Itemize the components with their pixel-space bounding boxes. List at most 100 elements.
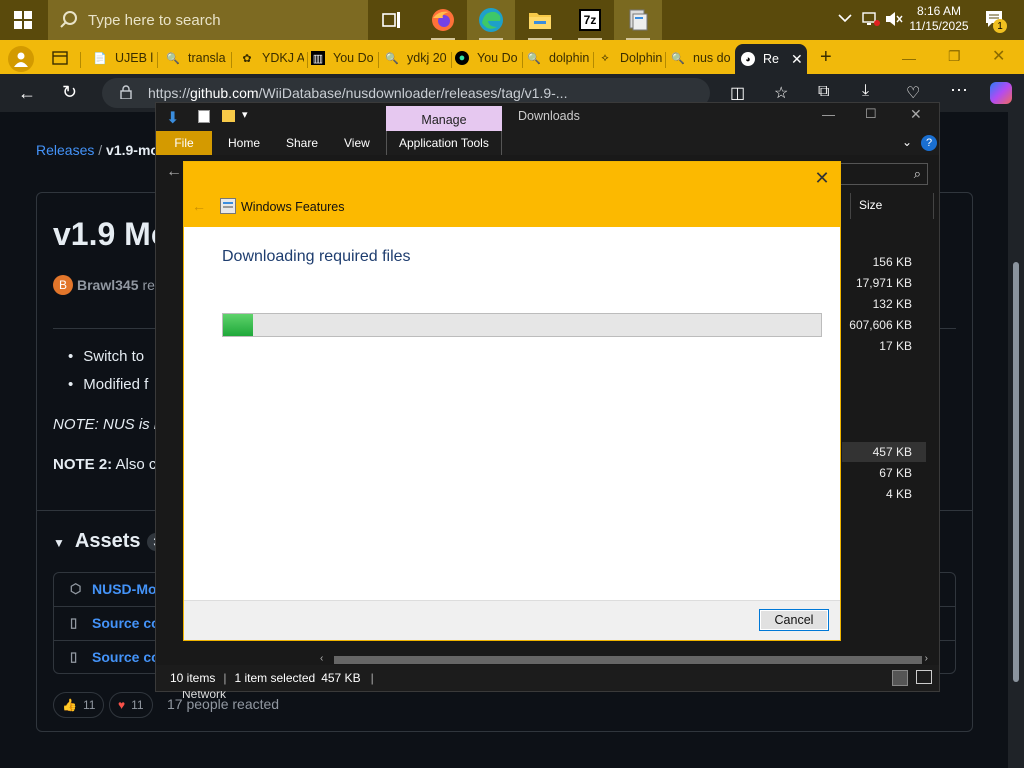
search-icon: 🔍 (385, 52, 399, 65)
ribbon-home[interactable]: Home (216, 131, 272, 155)
size-column-header[interactable]: Size (850, 193, 934, 219)
chevron-down-icon[interactable]: ⌄ (902, 135, 912, 149)
maximize-icon[interactable]: ☐ (865, 106, 877, 122)
ribbon-share[interactable]: Share (274, 131, 330, 155)
file-row[interactable]: 4 KB (842, 484, 926, 504)
downloads-icon[interactable]: ⤓ (862, 82, 869, 100)
download-arrow-icon: ⬇ (166, 110, 180, 127)
browser-tab-active[interactable]: ◕ Re ✕ (735, 44, 807, 74)
taskbar-setup[interactable] (614, 0, 662, 40)
new-tab-button[interactable]: + (820, 46, 832, 69)
taskbar-edge[interactable] (467, 0, 515, 40)
back-arrow-icon[interactable]: ← (18, 83, 36, 104)
clock[interactable]: 8:16 AM 11/15/2025 (904, 4, 974, 34)
close-icon[interactable]: ✕ (910, 106, 922, 123)
lock-icon (120, 85, 132, 102)
search-downloads-input[interactable]: ⌕ (840, 163, 928, 185)
asset-link[interactable]: ▯ Source co (70, 649, 160, 665)
close-tab-icon[interactable]: ✕ (791, 51, 803, 68)
dialog-close-icon[interactable]: ✕ (810, 166, 834, 190)
taskbar-search-box[interactable]: Type here to search (48, 0, 368, 40)
reaction-heart[interactable]: ♥ 11 (109, 692, 153, 718)
breadcrumb-releases-link[interactable]: Releases (36, 142, 94, 158)
url-host: github.com (190, 85, 259, 101)
page-scrollbar[interactable] (1008, 112, 1024, 768)
help-icon[interactable]: ? (921, 135, 937, 151)
file-row-selected[interactable]: 457 KB (842, 442, 926, 462)
file-row[interactable]: 156 KB (842, 252, 926, 272)
manage-tab[interactable]: Manage (386, 106, 502, 133)
browser-tab[interactable]: 🔍 dolphin (527, 44, 591, 72)
file-row[interactable]: 17 KB (842, 336, 926, 356)
explorer-ribbon: File Home Share View Application Tools ⌄… (156, 131, 939, 155)
scroll-right-icon[interactable]: › (925, 653, 928, 664)
minimize-icon[interactable]: — (822, 107, 835, 122)
author-name[interactable]: Brawl345 (77, 277, 138, 293)
taskbar-7zip[interactable]: 7z (566, 0, 614, 40)
performance-icon[interactable]: ♡ (906, 83, 920, 103)
browser-tab[interactable]: 📄 UJEB li (93, 44, 153, 72)
browser-tab[interactable]: ● You Do (455, 44, 519, 72)
start-button[interactable] (0, 0, 46, 40)
chevron-up-icon[interactable] (838, 12, 852, 26)
scrollbar-thumb[interactable] (334, 656, 922, 664)
split-screen-icon[interactable]: ◫ (730, 83, 745, 103)
ribbon-file[interactable]: File (156, 131, 212, 155)
explorer-title-bar: ⬇ ▾ Manage Downloads — ☐ ✕ (156, 103, 939, 133)
file-row[interactable]: 607,606 KB (842, 315, 926, 335)
favorites-icon[interactable]: ☆ (774, 83, 788, 103)
network-icon[interactable] (862, 11, 880, 30)
reaction-thumbs-up[interactable]: 👍 11 (53, 692, 105, 718)
large-icons-view-icon[interactable] (916, 670, 932, 684)
refresh-icon[interactable]: ↻ (62, 82, 77, 103)
windows-features-dialog: ✕ ← Windows Features Downloading require… (183, 161, 841, 641)
file-size: 67 KB (879, 466, 912, 480)
release-note-item: Modified f (68, 376, 148, 393)
ribbon-view[interactable]: View (332, 131, 382, 155)
back-arrow-icon[interactable]: ← (166, 163, 182, 181)
properties-icon[interactable] (198, 110, 210, 123)
browser-tab[interactable]: ✿ YDKJ A (240, 44, 304, 72)
asset-label: Source co (92, 649, 160, 665)
maximize-icon[interactable]: ❐ (948, 48, 961, 65)
quick-access-dropdown-icon[interactable]: ▾ (242, 108, 248, 121)
scroll-left-icon[interactable]: ‹ (320, 653, 323, 664)
profile-avatar[interactable] (8, 46, 34, 72)
browser-tab[interactable]: 🔍 transla (166, 44, 228, 72)
asset-link[interactable]: ⬡ NUSD-Mo (70, 581, 157, 597)
volume-muted-icon[interactable] (885, 11, 903, 30)
collections-icon[interactable]: ⧉ (818, 83, 829, 101)
avatar[interactable]: B (53, 275, 73, 295)
copilot-icon[interactable] (990, 82, 1012, 104)
file-row[interactable]: 17,971 KB (842, 273, 926, 293)
asset-link[interactable]: ▯ Source co (70, 615, 160, 631)
minimize-icon[interactable]: — (902, 50, 916, 66)
more-menu-icon[interactable]: ⋯ (950, 80, 968, 101)
github-icon: ◕ (741, 52, 755, 66)
url-path: /WiiDatabase/nusdownloader/releases/tag/… (258, 85, 568, 101)
browser-tab[interactable]: ▥ You Do (311, 44, 375, 72)
task-view-button[interactable] (368, 0, 416, 40)
cancel-button[interactable]: Cancel (759, 609, 829, 631)
breadcrumb-current: v1.9-mo (106, 142, 159, 158)
tab-actions-icon[interactable] (52, 50, 68, 69)
close-window-icon[interactable]: ✕ (992, 46, 1005, 66)
notification-center[interactable]: 1 (984, 9, 1007, 33)
taskbar-file-explorer[interactable] (516, 0, 564, 40)
taskbar-firefox[interactable] (419, 0, 467, 40)
status-selected: 1 item selected (234, 671, 316, 685)
tab-label: transla (188, 51, 226, 65)
assets-toggle[interactable]: ▼Assets3 (53, 530, 168, 553)
details-view-icon[interactable] (892, 670, 908, 686)
browser-tab[interactable]: 🔍 nus do (671, 44, 735, 72)
file-row[interactable]: 67 KB (842, 463, 926, 483)
new-folder-icon[interactable] (222, 110, 235, 122)
browser-tab[interactable]: ⟡ Dolphin (598, 44, 662, 72)
scrollbar-thumb[interactable] (1013, 262, 1019, 682)
page-icon: 📄 (93, 52, 107, 65)
file-row[interactable]: 132 KB (842, 294, 926, 314)
download-progress-bar (222, 313, 822, 337)
7zip-icon: 7z (579, 9, 601, 31)
ribbon-application-tools[interactable]: Application Tools (386, 131, 502, 155)
browser-tab[interactable]: 🔍 ydkj 20 (385, 44, 449, 72)
